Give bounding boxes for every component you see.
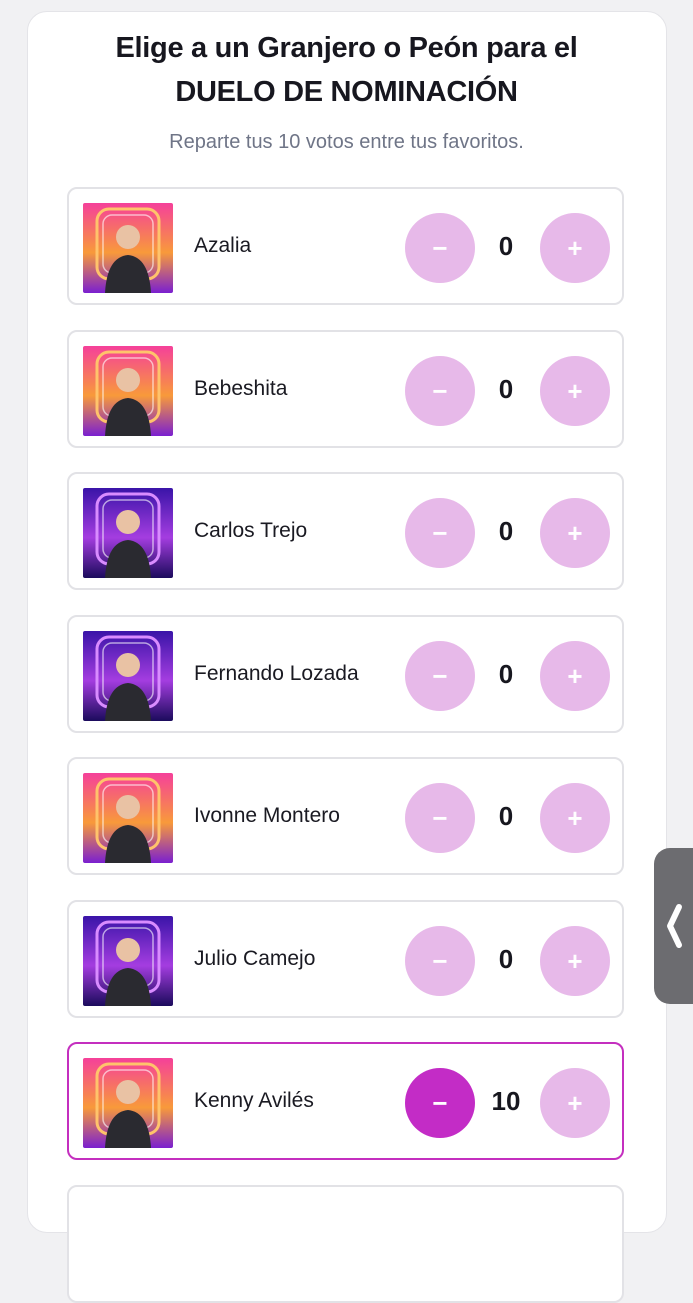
candidate-name: Carlos Trejo <box>194 519 308 542</box>
candidate-row: Julio Camejo − 0 + <box>67 900 624 1018</box>
increase-vote-button[interactable]: + <box>540 783 610 853</box>
decrease-vote-button[interactable]: − <box>405 1068 475 1138</box>
decrease-vote-button[interactable]: − <box>405 783 475 853</box>
vote-count: 0 <box>498 231 514 261</box>
vote-count: 0 <box>498 944 514 974</box>
candidate-row: Azalia − 0 + <box>67 187 624 305</box>
title-line-2: DUELO DE NOMINACIÓN <box>175 76 518 108</box>
candidate-row: Ivonne Montero − 0 + <box>67 757 624 875</box>
candidate-avatar <box>83 488 173 578</box>
candidate-name: Azalia <box>194 234 252 257</box>
increase-vote-button[interactable]: + <box>540 213 610 283</box>
increase-vote-button[interactable]: + <box>540 498 610 568</box>
increase-vote-button[interactable]: + <box>540 926 610 996</box>
candidate-row <box>67 1185 624 1303</box>
decrease-vote-button[interactable]: − <box>405 926 475 996</box>
candidate-avatar <box>83 203 173 293</box>
candidate-avatar <box>83 346 173 436</box>
vote-count: 10 <box>491 1086 521 1116</box>
candidate-avatar <box>83 1058 173 1148</box>
subtitle: Reparte tus 10 votos entre tus favoritos… <box>169 131 524 153</box>
increase-vote-button[interactable]: + <box>540 641 610 711</box>
vote-count: 0 <box>498 374 514 404</box>
candidate-name: Fernando Lozada <box>194 662 359 685</box>
candidate-avatar <box>83 916 173 1006</box>
decrease-vote-button[interactable]: − <box>405 641 475 711</box>
decrease-vote-button[interactable]: − <box>405 213 475 283</box>
chevron-left-icon <box>667 904 682 948</box>
candidate-row: Fernando Lozada − 0 + <box>67 615 624 733</box>
candidate-name: Bebeshita <box>194 377 288 400</box>
candidate-avatar <box>83 773 173 863</box>
candidate-avatar <box>83 631 173 721</box>
vote-count: 0 <box>498 516 514 546</box>
candidate-row: Kenny Avilés − 10 + <box>67 1042 624 1160</box>
candidate-name: Kenny Avilés <box>194 1089 314 1112</box>
decrease-vote-button[interactable]: − <box>405 498 475 568</box>
candidate-row: Bebeshita − 0 + <box>67 330 624 448</box>
page-title: Elige a un Granjero o Peón para el DUELO… <box>0 26 693 114</box>
candidate-name: Julio Camejo <box>194 947 316 970</box>
increase-vote-button[interactable]: + <box>540 356 610 426</box>
candidate-row: Carlos Trejo − 0 + <box>67 472 624 590</box>
title-line-1: Elige a un Granjero o Peón para el <box>115 32 578 64</box>
side-drawer-handle[interactable] <box>654 848 693 1004</box>
decrease-vote-button[interactable]: − <box>405 356 475 426</box>
candidate-name: Ivonne Montero <box>194 804 340 827</box>
vote-count: 0 <box>498 801 514 831</box>
vote-count: 0 <box>498 659 514 689</box>
increase-vote-button[interactable]: + <box>540 1068 610 1138</box>
